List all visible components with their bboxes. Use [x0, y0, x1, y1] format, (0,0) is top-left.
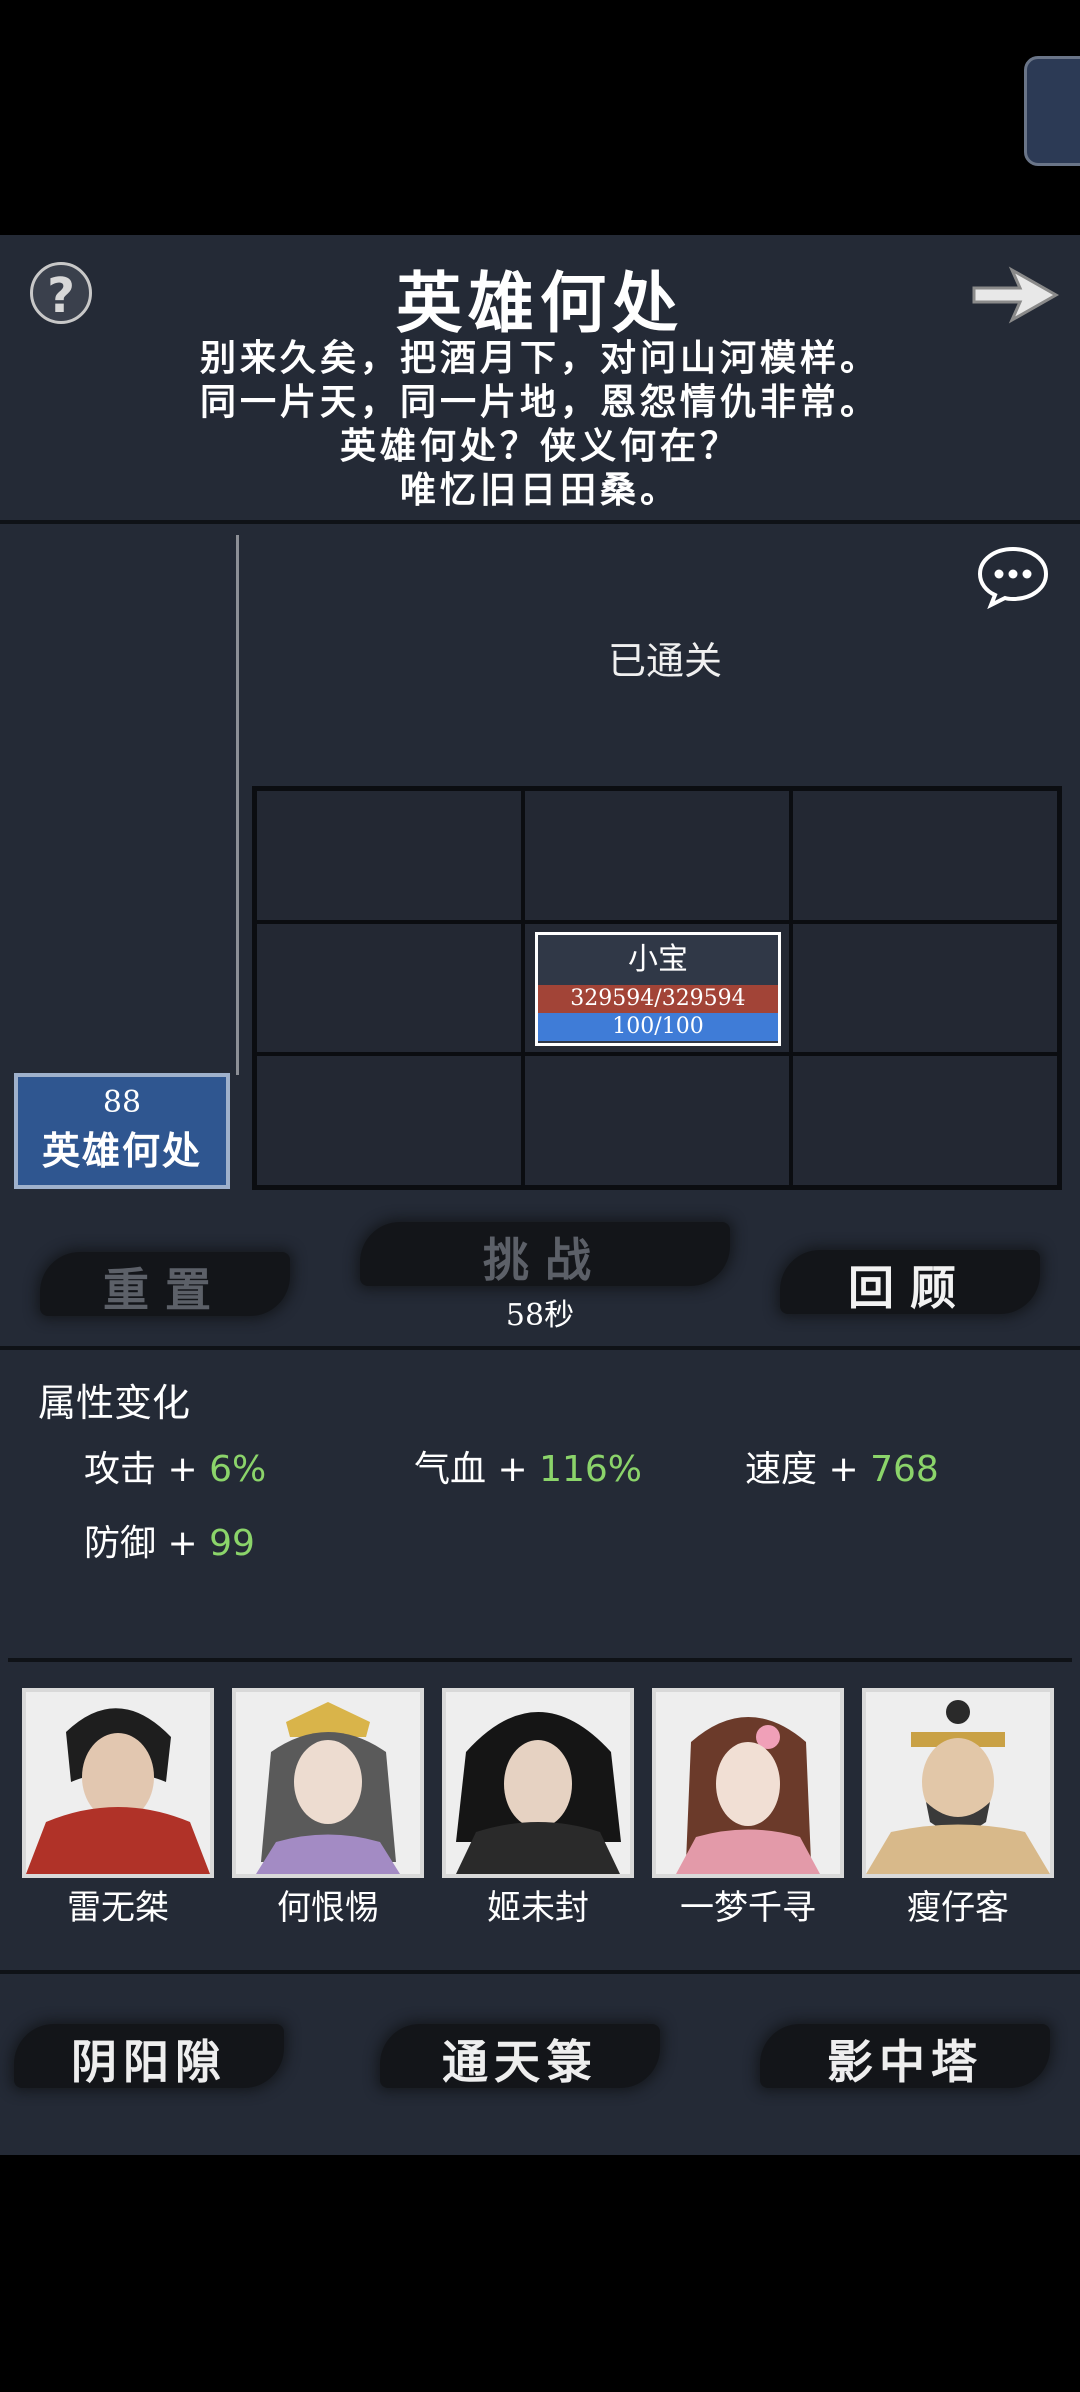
stat-label: 防御 +: [84, 1523, 210, 1564]
hero-name: 何恨惕: [277, 1888, 379, 1928]
grid-cell[interactable]: [523, 789, 791, 922]
divider: [0, 1970, 1080, 1974]
stat-label: 气血 +: [414, 1449, 540, 1490]
stat-health: 气血 + 116%: [414, 1440, 642, 1492]
next-arrow-icon[interactable]: [968, 262, 1060, 328]
battle-grid: 小宝 329594/329594 100/100: [252, 786, 1062, 1190]
page-title: 英雄何处: [396, 264, 684, 342]
grid-cell[interactable]: 小宝 329594/329594 100/100: [523, 921, 791, 1055]
stage-card[interactable]: 88 英雄何处: [14, 1073, 230, 1189]
attributes-title: 属性变化: [38, 1381, 191, 1425]
divider: [0, 520, 1080, 524]
hero-portrait[interactable]: [442, 1688, 634, 1878]
stat-value: 116%: [539, 1449, 642, 1490]
stat-label: 速度 +: [745, 1449, 871, 1490]
poem-line: 别来久矣，把酒月下，对问山河模样。: [199, 337, 880, 379]
stat-value: 6%: [209, 1449, 267, 1490]
stat-label: 攻击 +: [84, 1449, 210, 1490]
grid-cell[interactable]: [255, 1054, 523, 1187]
stat-speed: 速度 + 768: [745, 1440, 939, 1492]
hero-portrait[interactable]: [862, 1688, 1054, 1878]
grid-cell[interactable]: [791, 921, 1059, 1055]
chat-bubble-icon[interactable]: [976, 545, 1050, 609]
divider: [0, 1346, 1080, 1350]
hero-name: 雷无桀: [67, 1888, 169, 1928]
corner-badge-icon[interactable]: [1024, 56, 1080, 166]
enemy-unit-card[interactable]: 小宝 329594/329594 100/100: [535, 931, 781, 1046]
divider: [8, 1658, 1072, 1662]
grid-cell[interactable]: [255, 921, 523, 1055]
grid-cell[interactable]: [791, 1054, 1059, 1187]
stage-name: 英雄何处: [41, 1128, 202, 1173]
hero-portrait[interactable]: [232, 1688, 424, 1878]
countdown-timer: 58秒: [505, 1298, 575, 1333]
hero-portrait[interactable]: [652, 1688, 844, 1878]
mp-bar: 100/100: [538, 1012, 778, 1041]
unit-name: 小宝: [628, 941, 688, 977]
hp-bar: 329594/329594: [538, 984, 778, 1013]
vertical-divider: [236, 535, 239, 1075]
grid-cell[interactable]: [255, 789, 523, 922]
stat-value: 768: [870, 1449, 939, 1490]
challenge-button[interactable]: 挑战: [360, 1224, 730, 1290]
stat-defense: 防御 + 99: [84, 1514, 255, 1566]
hero-name: 一梦千寻: [680, 1888, 816, 1928]
review-button[interactable]: 回顾: [780, 1252, 1040, 1318]
nav-yinyangxi-button[interactable]: 阴阳隙: [14, 2026, 284, 2092]
reset-button[interactable]: 重置: [40, 1254, 290, 1320]
nav-tongtianlu-button[interactable]: 通天箓: [380, 2026, 660, 2092]
stat-value: 99: [209, 1523, 255, 1564]
grid-cell[interactable]: [791, 789, 1059, 922]
stat-attack: 攻击 + 6%: [84, 1440, 266, 1492]
nav-yingzhongta-button[interactable]: 影中塔: [760, 2026, 1050, 2092]
stage-number: 88: [102, 1085, 142, 1120]
stage-status: 已通关: [607, 639, 722, 683]
hero-name: 瘦仔客: [907, 1888, 1009, 1928]
grid-cell[interactable]: [523, 1054, 791, 1187]
poem-line: 英雄何处？侠义何在？: [339, 425, 740, 467]
poem-line: 同一片天，同一片地，恩怨情仇非常。: [199, 381, 880, 423]
hero-portrait[interactable]: [22, 1688, 214, 1878]
hero-name: 姬未封: [487, 1888, 589, 1928]
poem-line: 唯忆旧日田桑。: [399, 469, 680, 511]
poem-text: 别来久矣，把酒月下，对问山河模样。 同一片天，同一片地，恩怨情仇非常。 英雄何处…: [0, 336, 1080, 512]
